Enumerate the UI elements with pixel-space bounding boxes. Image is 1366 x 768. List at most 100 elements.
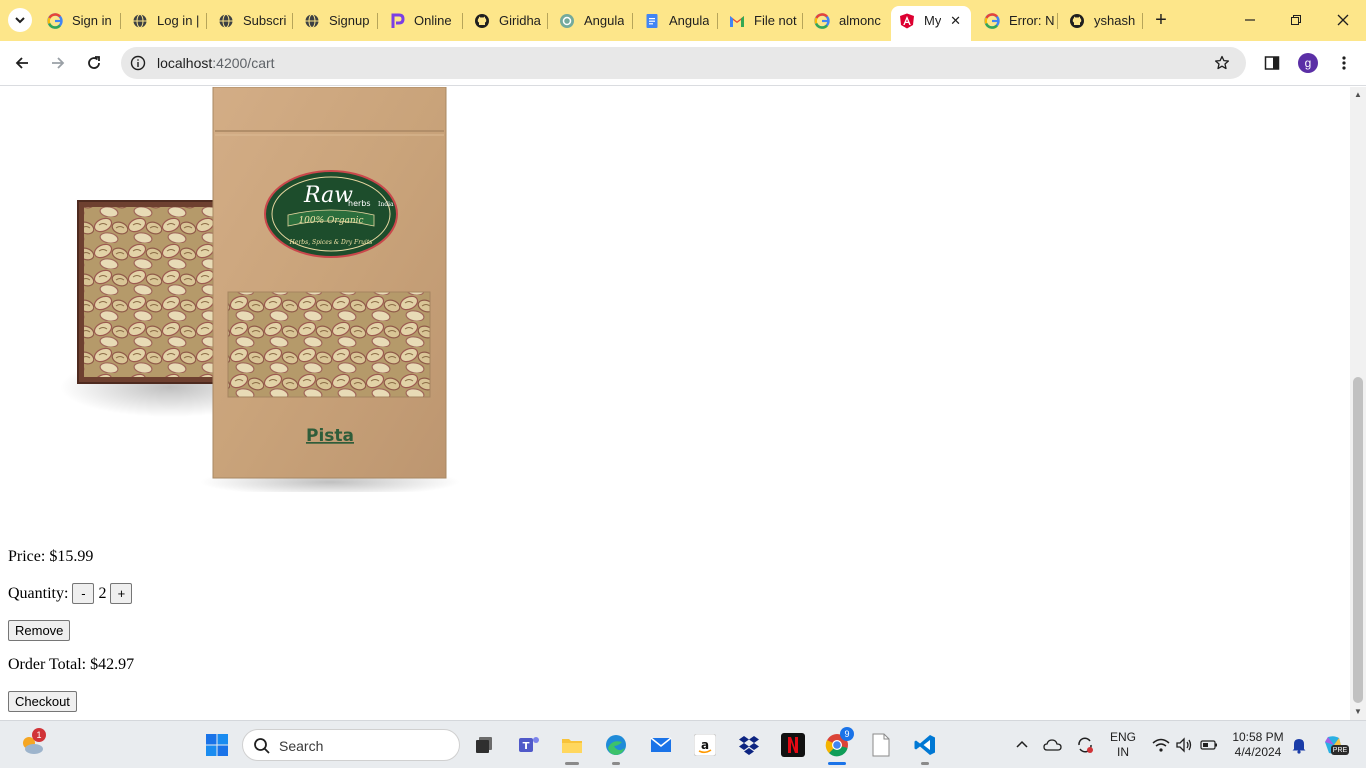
close-window-button[interactable] [1331,8,1355,32]
svg-text:a: a [701,738,709,752]
volume-icon[interactable] [1170,731,1198,759]
language-indicator[interactable]: ENG IN [1106,730,1140,760]
browser-tab[interactable]: Log in | [124,6,207,35]
scroll-down-arrow-icon[interactable]: ▼ [1354,707,1362,716]
browser-tab[interactable]: Subscri [210,6,293,35]
browser-tab[interactable]: Sign in [39,6,121,35]
quantity-value: 2 [98,584,107,602]
windows-logo-icon [206,734,228,756]
chrome-active-indicator [828,762,846,765]
github-icon [474,13,490,29]
tab-strip: Sign in Log in | Subscri Signup Online Giridh… [0,0,1366,41]
site-info-icon[interactable] [129,54,147,72]
address-bar[interactable]: localhost:4200/cart [121,47,1246,79]
tab-title: Subscri [243,13,287,28]
order-total-line: Order Total: $42.97 [8,656,134,674]
browser-tab[interactable]: Online [381,6,463,35]
weather-badge: 1 [32,728,46,742]
scroll-up-arrow-icon[interactable]: ▲ [1354,90,1362,99]
restore-button[interactable] [1284,8,1308,32]
kebab-menu-icon [1342,56,1346,70]
back-button[interactable] [10,51,34,75]
browser-tab[interactable]: Angula [551,6,633,35]
close-icon [1337,14,1349,26]
browser-tab[interactable]: Signup [296,6,378,35]
browser-tab[interactable]: Angula [636,6,718,35]
browser-toolbar: localhost:4200/cart g [0,41,1366,86]
page-scrollbar[interactable]: ▲ ▼ [1350,87,1366,720]
tab-separator [120,13,121,29]
tab-title: Signup [329,13,370,28]
language-code: ENG [1109,730,1136,744]
tab-separator [1057,13,1058,29]
browser-tab[interactable]: almonc [806,6,888,35]
browser-tab-active[interactable]: My ✕ [891,6,971,41]
product-name-label: Pista [306,426,354,446]
dropbox-icon[interactable] [735,731,763,759]
show-hidden-icons-chevron-icon[interactable] [1008,731,1036,759]
blank-file-icon[interactable] [867,731,895,759]
side-panel-button[interactable] [1260,51,1284,75]
github-icon [1069,13,1085,29]
minimize-button[interactable] [1238,8,1262,32]
onedrive-cloud-icon[interactable] [1039,731,1067,759]
mail-icon[interactable] [647,731,675,759]
copilot-preview-badge: PRE [1331,745,1349,755]
task-view-icon[interactable] [470,731,498,759]
tab-title: Error: N [1009,13,1055,28]
checkout-button[interactable]: Checkout [8,691,77,712]
reload-icon [88,56,100,69]
netflix-icon[interactable] [779,731,807,759]
browser-menu-button[interactable] [1332,51,1356,75]
vscode-icon[interactable] [911,731,939,759]
price-line: Price: $15.99 [8,548,93,566]
new-tab-button[interactable]: + [1150,9,1172,31]
arrow-left-icon [15,57,28,69]
google-icon [984,12,1000,29]
angular-icon [899,13,915,29]
browser-tab[interactable]: Error: N [976,6,1058,35]
start-button[interactable] [203,731,231,759]
tab-title: yshash [1094,13,1136,28]
copilot-icon[interactable]: PRE [1320,731,1349,759]
edge-running-indicator [612,762,620,765]
remove-button[interactable]: Remove [8,620,71,641]
bookmark-star-icon[interactable] [1212,53,1232,73]
tab-separator [717,13,718,29]
search-icon [254,738,270,754]
brand-logo: Raw herbs India 100% Organic Herbs, Spic… [264,170,398,258]
notification-bell-icon[interactable] [1285,731,1313,759]
vscode-running-indicator [921,762,929,765]
close-tab-icon[interactable]: ✕ [950,13,961,29]
tab-separator [1142,13,1143,29]
side-panel-icon [1264,56,1280,70]
increment-quantity-button[interactable]: + [110,583,133,604]
forward-button[interactable] [46,51,70,75]
pistachio-pouch: Raw herbs India 100% Organic Herbs, Spic… [212,87,447,479]
reload-button[interactable] [82,51,106,75]
profile-avatar[interactable]: g [1298,53,1318,73]
browser-tab[interactable]: File not [721,6,803,35]
google-icon [814,12,830,29]
tab-separator [632,13,633,29]
browser-tab[interactable]: Giridha [466,6,548,35]
svg-text:T: T [523,741,530,752]
chrome-badge: 9 [840,727,854,741]
file-explorer-icon[interactable] [558,731,586,759]
order-total-text: Order Total: $42.97 [8,656,135,673]
decrement-quantity-button[interactable]: - [72,583,95,604]
weather-widget-icon[interactable]: 1 [18,728,46,759]
scrollbar-thumb[interactable] [1353,377,1363,703]
sync-icon[interactable] [1071,731,1099,759]
browser-tab[interactable]: yshash [1061,6,1143,35]
amazon-icon[interactable]: a [691,731,719,759]
clock-date: 4/4/2024 [1234,745,1282,759]
clock[interactable]: 10:58 PM 4/4/2024 [1226,730,1290,760]
teams-icon[interactable]: T [515,731,543,759]
tab-search-button[interactable] [8,8,32,32]
explorer-running-indicator [565,762,579,765]
chrome-icon[interactable]: 9 [823,727,854,759]
battery-icon[interactable] [1195,731,1223,759]
edge-icon[interactable] [602,731,630,759]
taskbar-search-box[interactable]: Search [242,729,460,761]
